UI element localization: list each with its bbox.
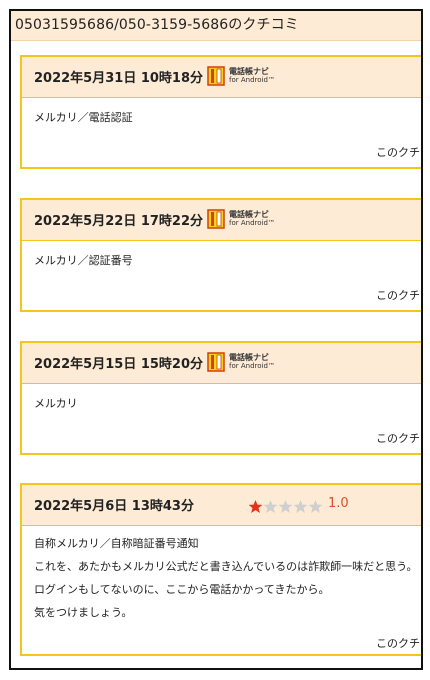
review-card: 2022年5月15日 15時20分 電話帳ナビ for Android™ メルカ… (20, 341, 421, 456)
star-empty-icon (293, 499, 308, 513)
report-link[interactable]: このクチコ (376, 430, 421, 446)
review-body: 自称メルカリ／自称暗証番号通知 これを、あたかもメルカリ公式だと書き込んでいるの… (22, 526, 421, 657)
review-header: 2022年5月6日 13時43分 1.0 (22, 485, 421, 526)
star-empty-icon (308, 499, 323, 513)
page-title: 05031595686/050-3159-5686のクチコミ (15, 17, 299, 33)
review-page-frame: 05031595686/050-3159-5686のクチコミ 2022年5月31… (9, 9, 423, 670)
review-comment-line: 気をつけましょう。 (34, 606, 133, 619)
review-date: 2022年5月22日 17時22分 (34, 214, 204, 229)
star-empty-icon (263, 499, 278, 513)
review-card: 2022年5月6日 13時43分 1.0 自称メルカリ／自称暗証番号通知 これを… (20, 483, 421, 657)
app-badge[interactable]: 電話帳ナビ for Android™ (207, 209, 277, 231)
review-comment: メルカリ／認証番号 (34, 254, 133, 267)
app-badge[interactable]: 電話帳ナビ for Android™ (207, 352, 277, 374)
review-date: 2022年5月31日 10時18分 (34, 71, 204, 86)
app-badge-sub: for Android™ (229, 362, 275, 370)
review-body: メルカリ／認証番号 このクチコ (22, 241, 421, 313)
phonebook-icon (207, 66, 225, 86)
phonebook-icon (207, 352, 225, 372)
page-header: 05031595686/050-3159-5686のクチコミ (11, 11, 421, 41)
review-comment-line: ログインもしてないのに、ここから電話かかってきたから。 (34, 583, 330, 596)
app-badge-sub: for Android™ (229, 219, 275, 227)
star-filled-icon (248, 499, 263, 513)
report-link[interactable]: このクチコ (376, 144, 421, 160)
star-empty-icon (278, 499, 293, 513)
review-header: 2022年5月22日 17時22分 電話帳ナビ for Android™ (22, 200, 421, 241)
app-badge-sub: for Android™ (229, 76, 275, 84)
report-link[interactable]: このクチコ (376, 635, 421, 651)
review-body: メルカリ このクチコ (22, 384, 421, 456)
review-comment: メルカリ (34, 397, 78, 410)
review-date: 2022年5月6日 13時43分 (34, 499, 194, 514)
review-header: 2022年5月15日 15時20分 電話帳ナビ for Android™ (22, 343, 421, 384)
review-date: 2022年5月15日 15時20分 (34, 357, 204, 372)
review-body: メルカリ／電話認証 このクチコ (22, 98, 421, 170)
phonebook-icon (207, 209, 225, 229)
app-badge[interactable]: 電話帳ナビ for Android™ (207, 66, 277, 88)
review-comment: メルカリ／電話認証 (34, 111, 133, 124)
review-comment-line: これを、あたかもメルカリ公式だと書き込んでいるのは詐欺師一味だと思う。 (34, 560, 418, 573)
review-card: 2022年5月31日 10時18分 電話帳ナビ for Android™ メルカ… (20, 55, 421, 170)
report-link[interactable]: このクチコ (376, 287, 421, 303)
rating-value: 1.0 (328, 496, 349, 511)
review-header: 2022年5月31日 10時18分 電話帳ナビ for Android™ (22, 57, 421, 98)
review-card: 2022年5月22日 17時22分 電話帳ナビ for Android™ メルカ… (20, 198, 421, 313)
review-comment-line: 自称メルカリ／自称暗証番号通知 (34, 537, 199, 550)
star-rating (248, 496, 323, 514)
